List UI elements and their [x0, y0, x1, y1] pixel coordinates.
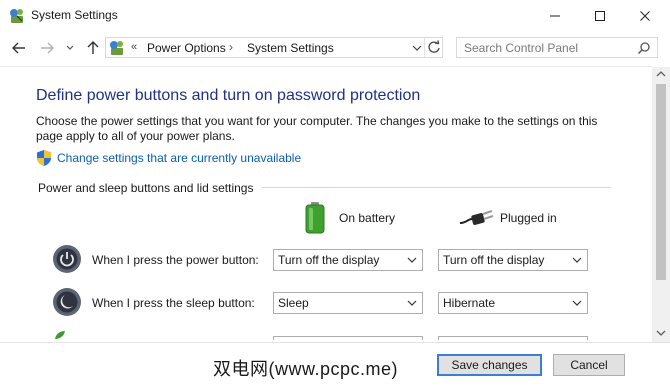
address-bar[interactable]: « Power Options › System Settings [105, 37, 443, 58]
close-button[interactable] [622, 0, 668, 31]
chevron-down-icon[interactable] [412, 43, 422, 53]
power-button-plugged-in-select[interactable]: Turn off the display [438, 249, 588, 271]
sleep-button-label: When I press the sleep button: [92, 296, 255, 310]
page-title: Define power buttons and turn on passwor… [36, 87, 421, 104]
search-placeholder: Search Control Panel [464, 41, 579, 55]
select-partial[interactable] [273, 336, 423, 340]
select-value: Turn off the display [278, 253, 380, 267]
battery-icon [305, 202, 325, 234]
back-arrow-icon [12, 42, 25, 54]
up-arrow-icon [87, 41, 99, 54]
forward-arrow-icon [41, 42, 54, 54]
sleep-button-icon [53, 288, 81, 316]
scroll-down-icon[interactable] [656, 329, 666, 337]
chevron-down-icon [407, 300, 417, 306]
divider [0, 66, 652, 67]
chevron-down-icon [66, 45, 74, 50]
shield-icon [37, 150, 51, 166]
select-partial[interactable] [438, 336, 588, 340]
maximize-icon [595, 10, 605, 21]
breadcrumb-system-settings[interactable]: System Settings [247, 41, 334, 55]
column-on-battery: On battery [339, 211, 396, 225]
breadcrumb-overflow[interactable]: « [131, 41, 137, 53]
section-divider [262, 187, 611, 188]
leaf-icon [55, 331, 65, 339]
chevron-down-icon [572, 257, 582, 263]
chevron-down-icon [572, 300, 582, 306]
divider [424, 38, 425, 57]
cancel-button[interactable]: Cancel [553, 354, 625, 376]
recent-locations-button[interactable] [64, 39, 76, 57]
scrollbar-thumb[interactable] [656, 84, 666, 280]
select-value: Sleep [278, 296, 309, 310]
watermark-text: 双电网(www.pcpc.me) [213, 359, 399, 379]
breadcrumb-power-options[interactable]: Power Options [147, 41, 226, 55]
breadcrumb-separator: › [229, 40, 233, 54]
power-button-label: When I press the power button: [92, 253, 259, 267]
sleep-button-on-battery-select[interactable]: Sleep [273, 292, 423, 314]
minimize-icon [550, 15, 560, 16]
column-plugged-in: Plugged in [500, 211, 557, 225]
scroll-up-icon[interactable] [656, 70, 666, 78]
minimize-button[interactable] [532, 0, 578, 31]
search-icon[interactable] [637, 41, 651, 55]
back-button[interactable] [10, 39, 28, 57]
control-panel-icon [110, 41, 123, 55]
close-icon [640, 10, 650, 21]
power-button-icon [53, 245, 81, 273]
section-label: Power and sleep buttons and lid settings [38, 181, 254, 195]
select-value: Turn off the display [443, 253, 545, 267]
refresh-icon[interactable] [427, 40, 441, 54]
plug-icon [460, 210, 494, 225]
control-panel-icon [10, 9, 23, 23]
maximize-button[interactable] [577, 0, 623, 31]
page-description: Choose the power settings that you want … [36, 114, 598, 143]
power-button-on-battery-select[interactable]: Turn off the display [273, 249, 423, 271]
select-value: Hibernate [443, 296, 496, 310]
sleep-button-plugged-in-select[interactable]: Hibernate [438, 292, 588, 314]
change-settings-link[interactable]: Change settings that are currently unava… [57, 151, 301, 165]
window-title: System Settings [31, 8, 118, 22]
search-input[interactable]: Search Control Panel [456, 37, 658, 58]
forward-button[interactable] [38, 39, 56, 57]
chevron-down-icon [407, 257, 417, 263]
up-button[interactable] [84, 39, 102, 57]
save-changes-button[interactable]: Save changes [437, 354, 542, 376]
title-bar: System Settings [0, 0, 670, 31]
vertical-scrollbar[interactable] [652, 67, 670, 342]
